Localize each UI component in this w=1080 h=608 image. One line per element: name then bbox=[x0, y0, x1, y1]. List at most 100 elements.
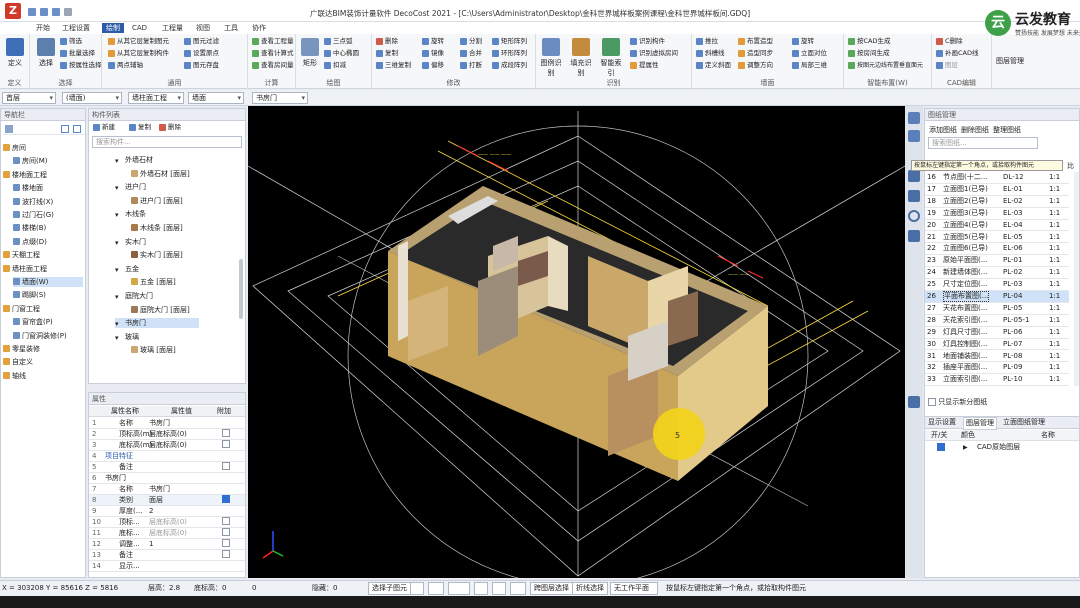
type-select[interactable]: 墙柱面工程 bbox=[128, 92, 184, 104]
view-cube-icon[interactable] bbox=[908, 112, 920, 124]
nav-item[interactable]: 波打线(X) bbox=[13, 197, 83, 207]
menu-collab[interactable]: 协作 bbox=[248, 23, 270, 33]
subtype-select[interactable]: 墙面 bbox=[188, 92, 244, 104]
ortho-toggle-icon[interactable] bbox=[410, 582, 424, 595]
filter-button[interactable]: 筛选 bbox=[60, 37, 82, 46]
property-row[interactable]: 6 书房门 bbox=[89, 473, 245, 484]
nav-category[interactable]: 轴线 bbox=[3, 371, 83, 381]
component-item[interactable]: 五金 [面层] bbox=[131, 277, 231, 287]
drawing-row[interactable]: 33 立面索引图(... PL-10 1:1 bbox=[925, 374, 1069, 387]
drawing-row[interactable]: 20 立面图4(已导) EL-04 1:1 bbox=[925, 220, 1069, 232]
generate-by-cad-button[interactable]: 按CAD生成 bbox=[848, 37, 891, 46]
property-extra-checkbox[interactable] bbox=[222, 539, 230, 547]
3d-copy-button[interactable]: 三维复制 bbox=[376, 61, 411, 70]
nav-category[interactable]: 房间 bbox=[3, 143, 83, 153]
property-value[interactable]: 层底标高(0) bbox=[149, 517, 187, 527]
copy-button[interactable]: 复制 bbox=[376, 49, 398, 58]
component-item[interactable]: 玻璃 [面层] bbox=[131, 345, 231, 355]
tree-view-icon[interactable] bbox=[73, 125, 81, 133]
property-value[interactable]: 面层 bbox=[149, 495, 163, 505]
property-value[interactable]: 2 bbox=[149, 506, 153, 516]
tab-layer-manage[interactable]: 图层管理 bbox=[963, 417, 997, 430]
recognize-virtual-room-button[interactable]: 识别虚拟房间 bbox=[630, 49, 678, 58]
list-view-icon[interactable] bbox=[61, 125, 69, 133]
rect-array-button[interactable]: 矩形阵列 bbox=[492, 37, 527, 46]
recognize-component-button[interactable]: 识别构件 bbox=[630, 37, 665, 46]
rectangle-button[interactable]: 矩形 bbox=[297, 38, 323, 68]
measure-icon[interactable] bbox=[908, 396, 920, 408]
property-extra-checkbox[interactable] bbox=[222, 495, 230, 503]
copy-from-floor-button[interactable]: 从其它层复制图元 bbox=[108, 37, 169, 46]
segment-array-button[interactable]: 成段阵列 bbox=[492, 61, 527, 70]
menu-cad[interactable]: CAD bbox=[128, 23, 151, 33]
component-group[interactable]: ▾ 玻璃 bbox=[115, 332, 199, 342]
nav-item[interactable]: 门窗洞装修(P) bbox=[13, 331, 83, 341]
rotate-view-icon[interactable] bbox=[908, 210, 920, 222]
add-drawing-button[interactable]: 添加图纸 bbox=[929, 125, 957, 135]
floor-select[interactable]: 首层 bbox=[2, 92, 56, 104]
component-item[interactable]: 实木门 [面层] bbox=[131, 250, 231, 260]
property-row[interactable]: 4 项目特征 bbox=[89, 451, 245, 462]
only-new-drawings-checkbox[interactable]: 只显示新分图纸 bbox=[928, 397, 987, 407]
collapse-arrow-icon[interactable]: ▾ bbox=[115, 319, 123, 328]
ring-array-button[interactable]: 环形阵列 bbox=[492, 49, 527, 58]
collapse-arrow-icon[interactable]: ▾ bbox=[115, 292, 123, 301]
app-logo-icon[interactable]: Z bbox=[5, 3, 21, 19]
drawing-row[interactable]: 22 立面图6(已导) EL-06 1:1 bbox=[925, 243, 1069, 256]
drawing-row[interactable]: 31 地面铺装图(... PL-08 1:1 bbox=[925, 351, 1069, 363]
property-row[interactable]: 10 顶标... 层底标高(0) bbox=[89, 517, 245, 528]
menu-quantity[interactable]: 工程量 bbox=[158, 23, 187, 33]
two-point-axis-button[interactable]: 两点辅轴 bbox=[108, 61, 143, 70]
view-formula-button[interactable]: 查看计算式 bbox=[252, 49, 294, 58]
place-shape-button[interactable]: 布置造型 bbox=[738, 37, 773, 46]
property-row[interactable]: 14 显示... bbox=[89, 561, 245, 572]
define-button[interactable]: 定义 bbox=[2, 38, 28, 68]
nav-category[interactable]: 楼地面工程 bbox=[3, 170, 83, 180]
menu-view[interactable]: 视图 bbox=[192, 23, 214, 33]
drawing-row[interactable]: 28 天花索引图(... PL-05-1 1:1 bbox=[925, 315, 1069, 327]
orbit-icon[interactable] bbox=[908, 130, 920, 142]
drawing-row[interactable]: 16 节点图(十二... DL-12 1:1 bbox=[925, 172, 1069, 184]
component-group[interactable]: ▾ 五金 bbox=[115, 264, 199, 274]
menu-draw[interactable]: 绘制 bbox=[102, 23, 124, 33]
property-extra-checkbox[interactable] bbox=[222, 440, 230, 448]
split-button[interactable]: 分割 bbox=[460, 37, 482, 46]
nav-item[interactable]: 过门石(G) bbox=[13, 210, 83, 220]
collapse-arrow-icon[interactable]: ▾ bbox=[115, 238, 123, 247]
property-value[interactable]: 层底标高(0) bbox=[149, 429, 187, 439]
nav-category[interactable]: 门窗工程 bbox=[3, 304, 83, 314]
property-row[interactable]: 12 调整... 1 bbox=[89, 539, 245, 550]
nav-item[interactable]: 点缀(D) bbox=[13, 237, 83, 247]
drawing-scrollbar[interactable] bbox=[1074, 172, 1079, 386]
undo-icon[interactable] bbox=[40, 8, 48, 16]
elevation-align-button[interactable]: 立面对位 bbox=[792, 49, 827, 58]
nav-settings-icon[interactable] bbox=[5, 125, 13, 133]
adjust-direction-button[interactable]: 调整方向 bbox=[738, 61, 773, 70]
redo-icon[interactable] bbox=[52, 8, 60, 16]
view-room-quantity-button[interactable]: 查看房间量 bbox=[252, 61, 294, 70]
nav-item[interactable]: 楼地面 bbox=[13, 183, 83, 193]
delete-drawing-button[interactable]: 删除图纸 bbox=[961, 125, 989, 135]
menu-tools[interactable]: 工具 bbox=[220, 23, 242, 33]
select-button[interactable]: 选择 bbox=[33, 38, 59, 68]
view-quantity-button[interactable]: 查看工程量 bbox=[252, 37, 294, 46]
shape-sync-button[interactable]: 造型同步 bbox=[738, 49, 773, 58]
nav-category[interactable]: 墙柱面工程 bbox=[3, 264, 83, 274]
three-point-arc-button[interactable]: 三点弧 bbox=[324, 37, 353, 46]
nav-item[interactable]: 窗帘盒(P) bbox=[13, 317, 83, 327]
osnap-toggle-icon[interactable] bbox=[474, 582, 488, 595]
cross-layer-select-button[interactable]: 跨图层选择 bbox=[530, 582, 573, 595]
property-value[interactable]: 书房门 bbox=[149, 484, 170, 494]
layer-toggle-icon[interactable] bbox=[908, 190, 920, 202]
layer-row[interactable]: ▶ CAD原始图层 bbox=[925, 442, 1079, 454]
menu-project-settings[interactable]: 工程设置 bbox=[58, 23, 94, 33]
legend-recognize-button[interactable]: 图例识别 bbox=[538, 38, 564, 78]
menu-start[interactable]: 开始 bbox=[32, 23, 54, 33]
property-row[interactable]: 7 名称 书房门 bbox=[89, 484, 245, 495]
cad-delete-button[interactable]: C删除 bbox=[936, 37, 963, 46]
push-pull-button[interactable]: 推拉 bbox=[696, 37, 718, 46]
collapse-arrow-icon[interactable]: ▾ bbox=[115, 156, 123, 165]
display-mode-icon[interactable] bbox=[908, 170, 920, 182]
copy-component-button[interactable]: 复制 bbox=[129, 123, 151, 132]
component-scrollbar[interactable] bbox=[239, 259, 243, 319]
